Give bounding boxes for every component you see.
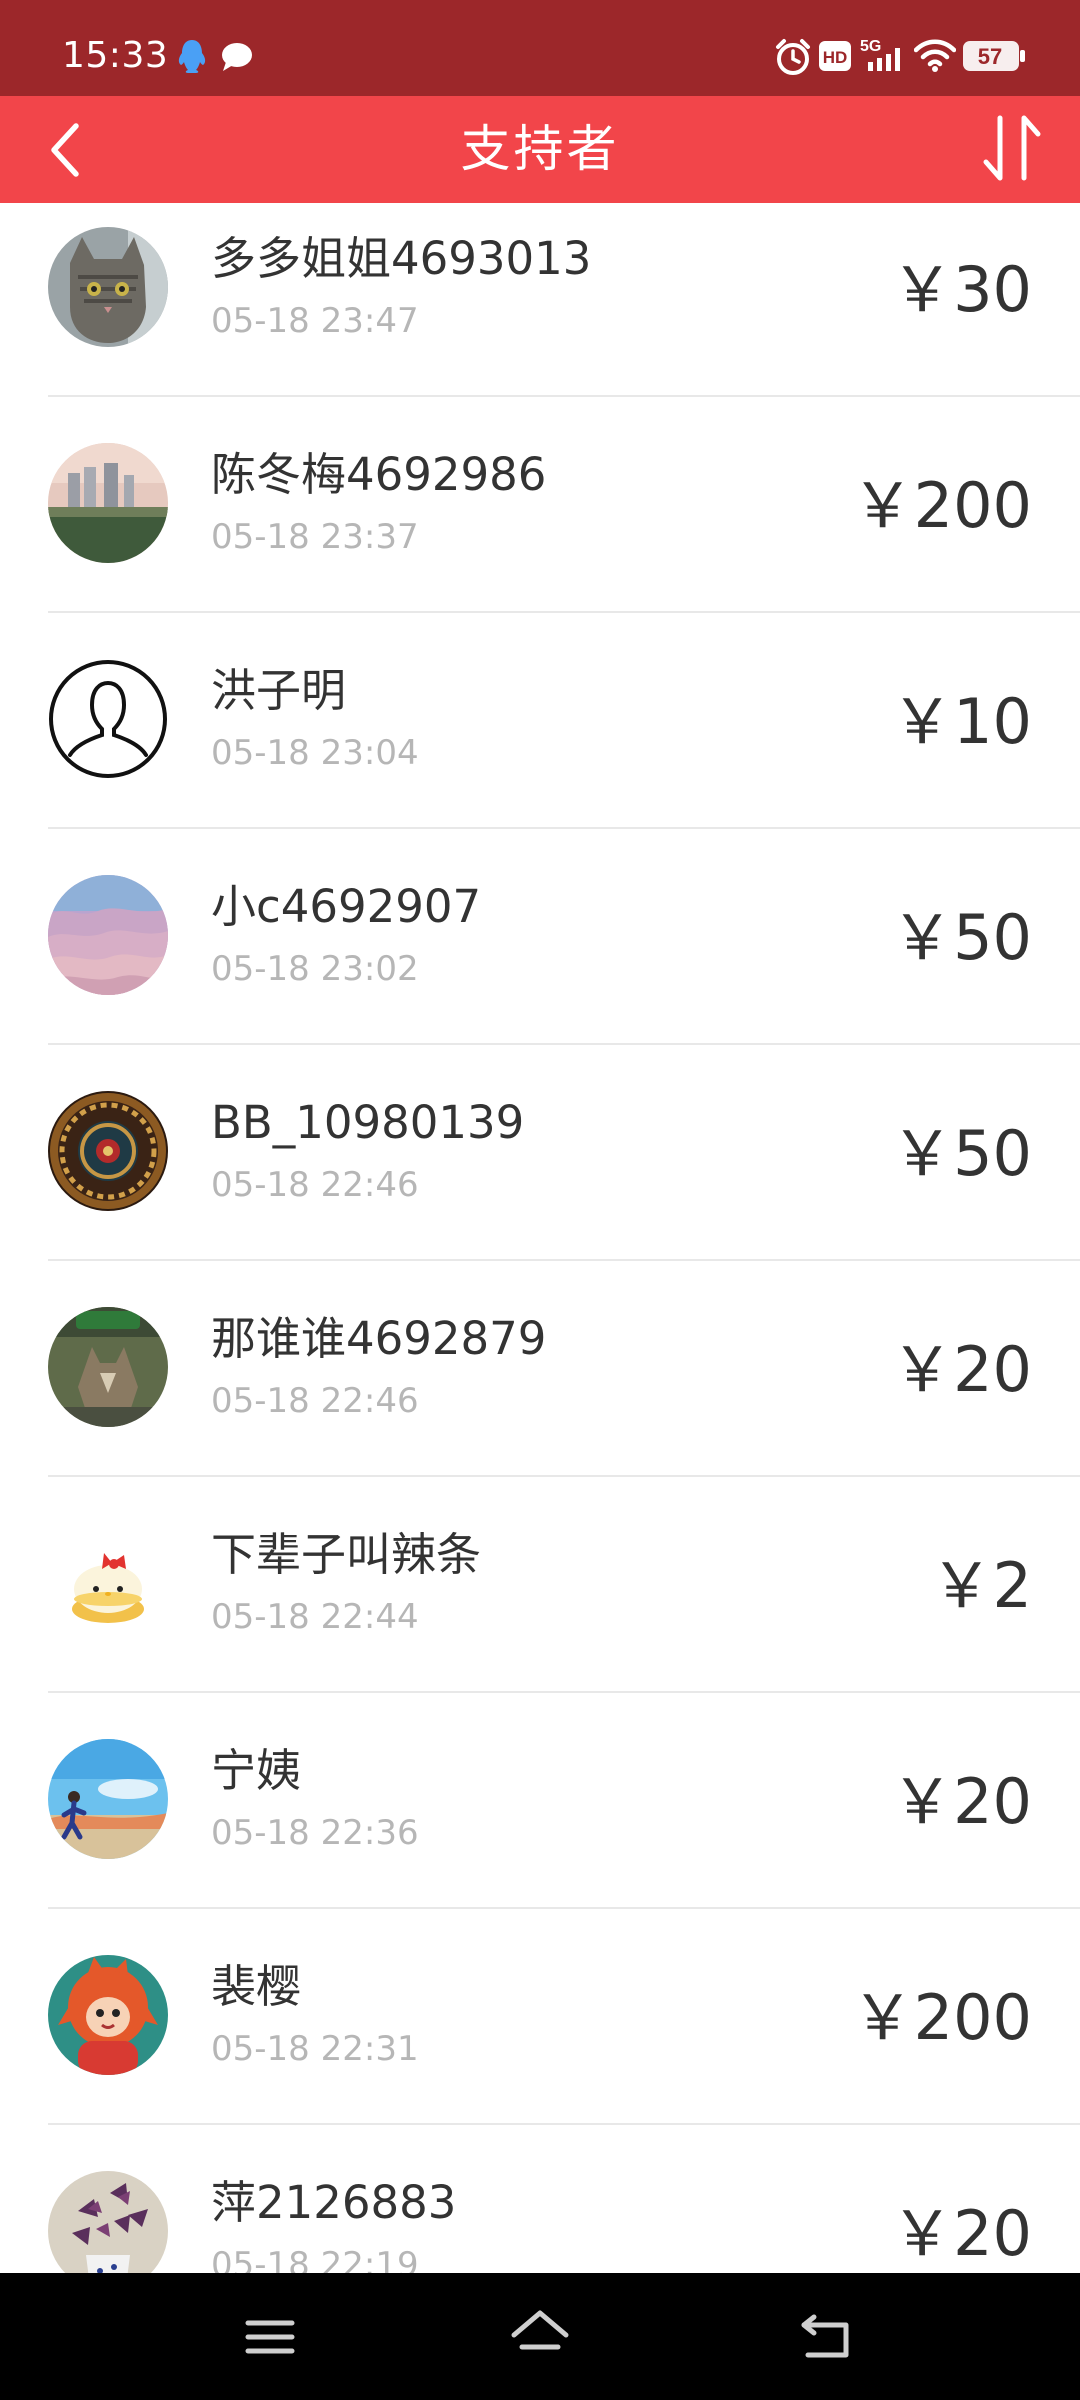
wifi-icon	[914, 39, 956, 72]
supporter-name: 萍2126883	[211, 2176, 457, 2229]
signal-5g-icon: 5G	[860, 38, 900, 71]
support-amount: ￥200	[851, 469, 1032, 542]
avatar	[48, 1955, 168, 2075]
supporter-list[interactable]: 多多姐姐4693013 05-18 23:47 ￥30 陈冬梅4692986 0…	[0, 203, 1080, 2273]
list-item[interactable]: 多多姐姐4693013 05-18 23:47 ￥30	[0, 203, 1080, 397]
avatar	[48, 1091, 168, 1211]
supporter-name: 洪子明	[211, 664, 347, 717]
support-amount: ￥2	[930, 1549, 1032, 1622]
back-button[interactable]	[40, 110, 120, 190]
avatar	[48, 1307, 168, 1427]
wolf-photo-icon	[48, 1307, 168, 1427]
status-bar: 15:33 HD 5G 57	[0, 0, 1080, 96]
supporter-name: 下辈子叫辣条	[211, 1528, 482, 1581]
list-item[interactable]: 宁姨 05-18 22:36 ￥20	[0, 1693, 1080, 1909]
qq-icon	[178, 40, 206, 73]
app-bar: 支持者	[0, 96, 1080, 203]
list-item[interactable]: 那谁谁4692879 05-18 22:46 ￥20	[0, 1261, 1080, 1477]
avatar	[48, 1739, 168, 1859]
runner-sky-icon	[48, 1739, 168, 1859]
avatar	[48, 875, 168, 995]
supporter-name: 那谁谁4692879	[211, 1312, 547, 1365]
support-time: 05-18 22:36	[211, 1813, 419, 1853]
sort-icon	[983, 115, 1041, 181]
support-amount: ￥200	[851, 1981, 1032, 2054]
ponyo-cartoon-icon	[48, 1955, 168, 2075]
default-person-icon	[49, 660, 167, 778]
cat-photo-icon	[48, 227, 168, 347]
supporter-name: 小c4692907	[211, 880, 482, 933]
purple-flowers-icon	[48, 2171, 168, 2273]
avatar	[48, 2171, 168, 2273]
support-amount: ￥20	[891, 2197, 1032, 2270]
golden-plate-icon	[48, 1091, 168, 1211]
support-amount: ￥20	[891, 1333, 1032, 1406]
menu-button[interactable]	[234, 2301, 306, 2373]
avatar	[48, 443, 168, 563]
avatar	[48, 659, 168, 779]
status-time: 15:33	[62, 35, 169, 76]
supporter-name: 陈冬梅4692986	[211, 448, 547, 501]
pastel-mountains-icon	[48, 875, 168, 995]
supporter-name: 多多姐姐4693013	[211, 232, 592, 285]
support-amount: ￥10	[891, 685, 1032, 758]
support-amount: ￥50	[891, 1117, 1032, 1190]
support-time: 05-18 23:02	[211, 949, 419, 989]
menu-icon	[245, 2320, 295, 2354]
back-icon	[801, 2314, 849, 2358]
svg-text:57: 57	[978, 44, 1002, 69]
support-amount: ￥20	[891, 1765, 1032, 1838]
avatar	[48, 1523, 168, 1643]
list-item[interactable]: 裴樱 05-18 22:31 ￥200	[0, 1909, 1080, 2125]
chat-bubble-icon	[222, 43, 252, 71]
sort-button[interactable]	[972, 108, 1052, 192]
support-time: 05-18 22:44	[211, 1597, 419, 1637]
list-item[interactable]: 萍2126883 05-18 22:19 ￥20	[0, 2125, 1080, 2273]
support-time: 05-18 22:31	[211, 2029, 419, 2069]
hd-icon: HD	[819, 41, 851, 71]
list-item[interactable]: 小c4692907 05-18 23:02 ￥50	[0, 829, 1080, 1045]
support-time: 05-18 22:46	[211, 1165, 419, 1205]
supporter-name: BB_10980139	[211, 1096, 525, 1149]
support-time: 05-18 22:19	[211, 2245, 419, 2273]
support-time: 05-18 23:47	[211, 301, 419, 341]
page-title: 支持者	[460, 120, 620, 178]
battery-icon: 57	[963, 41, 1025, 71]
svg-text:5G: 5G	[860, 38, 881, 55]
list-item[interactable]: 陈冬梅4692986 05-18 23:37 ￥200	[0, 397, 1080, 613]
home-icon	[511, 2310, 569, 2350]
back-nav-button[interactable]	[790, 2301, 862, 2373]
hello-kitty-cake-icon	[48, 1523, 168, 1643]
support-time: 05-18 22:46	[211, 1381, 419, 1421]
supporter-name: 宁姨	[211, 1744, 302, 1797]
support-amount: ￥30	[891, 253, 1032, 326]
back-chevron-icon	[51, 123, 79, 177]
system-nav-bar	[0, 2273, 1080, 2400]
list-item[interactable]: BB_10980139 05-18 22:46 ￥50	[0, 1045, 1080, 1261]
support-amount: ￥50	[891, 901, 1032, 974]
supporter-name: 裴樱	[211, 1960, 302, 2013]
list-item[interactable]: 下辈子叫辣条 05-18 22:44 ￥2	[0, 1477, 1080, 1693]
alarm-icon	[776, 39, 810, 75]
support-time: 05-18 23:04	[211, 733, 419, 773]
city-photo-icon	[48, 443, 168, 563]
support-time: 05-18 23:37	[211, 517, 419, 557]
avatar	[48, 227, 168, 347]
home-button[interactable]	[504, 2301, 576, 2373]
svg-text:HD: HD	[823, 48, 848, 67]
list-item[interactable]: 洪子明 05-18 23:04 ￥10	[0, 613, 1080, 829]
